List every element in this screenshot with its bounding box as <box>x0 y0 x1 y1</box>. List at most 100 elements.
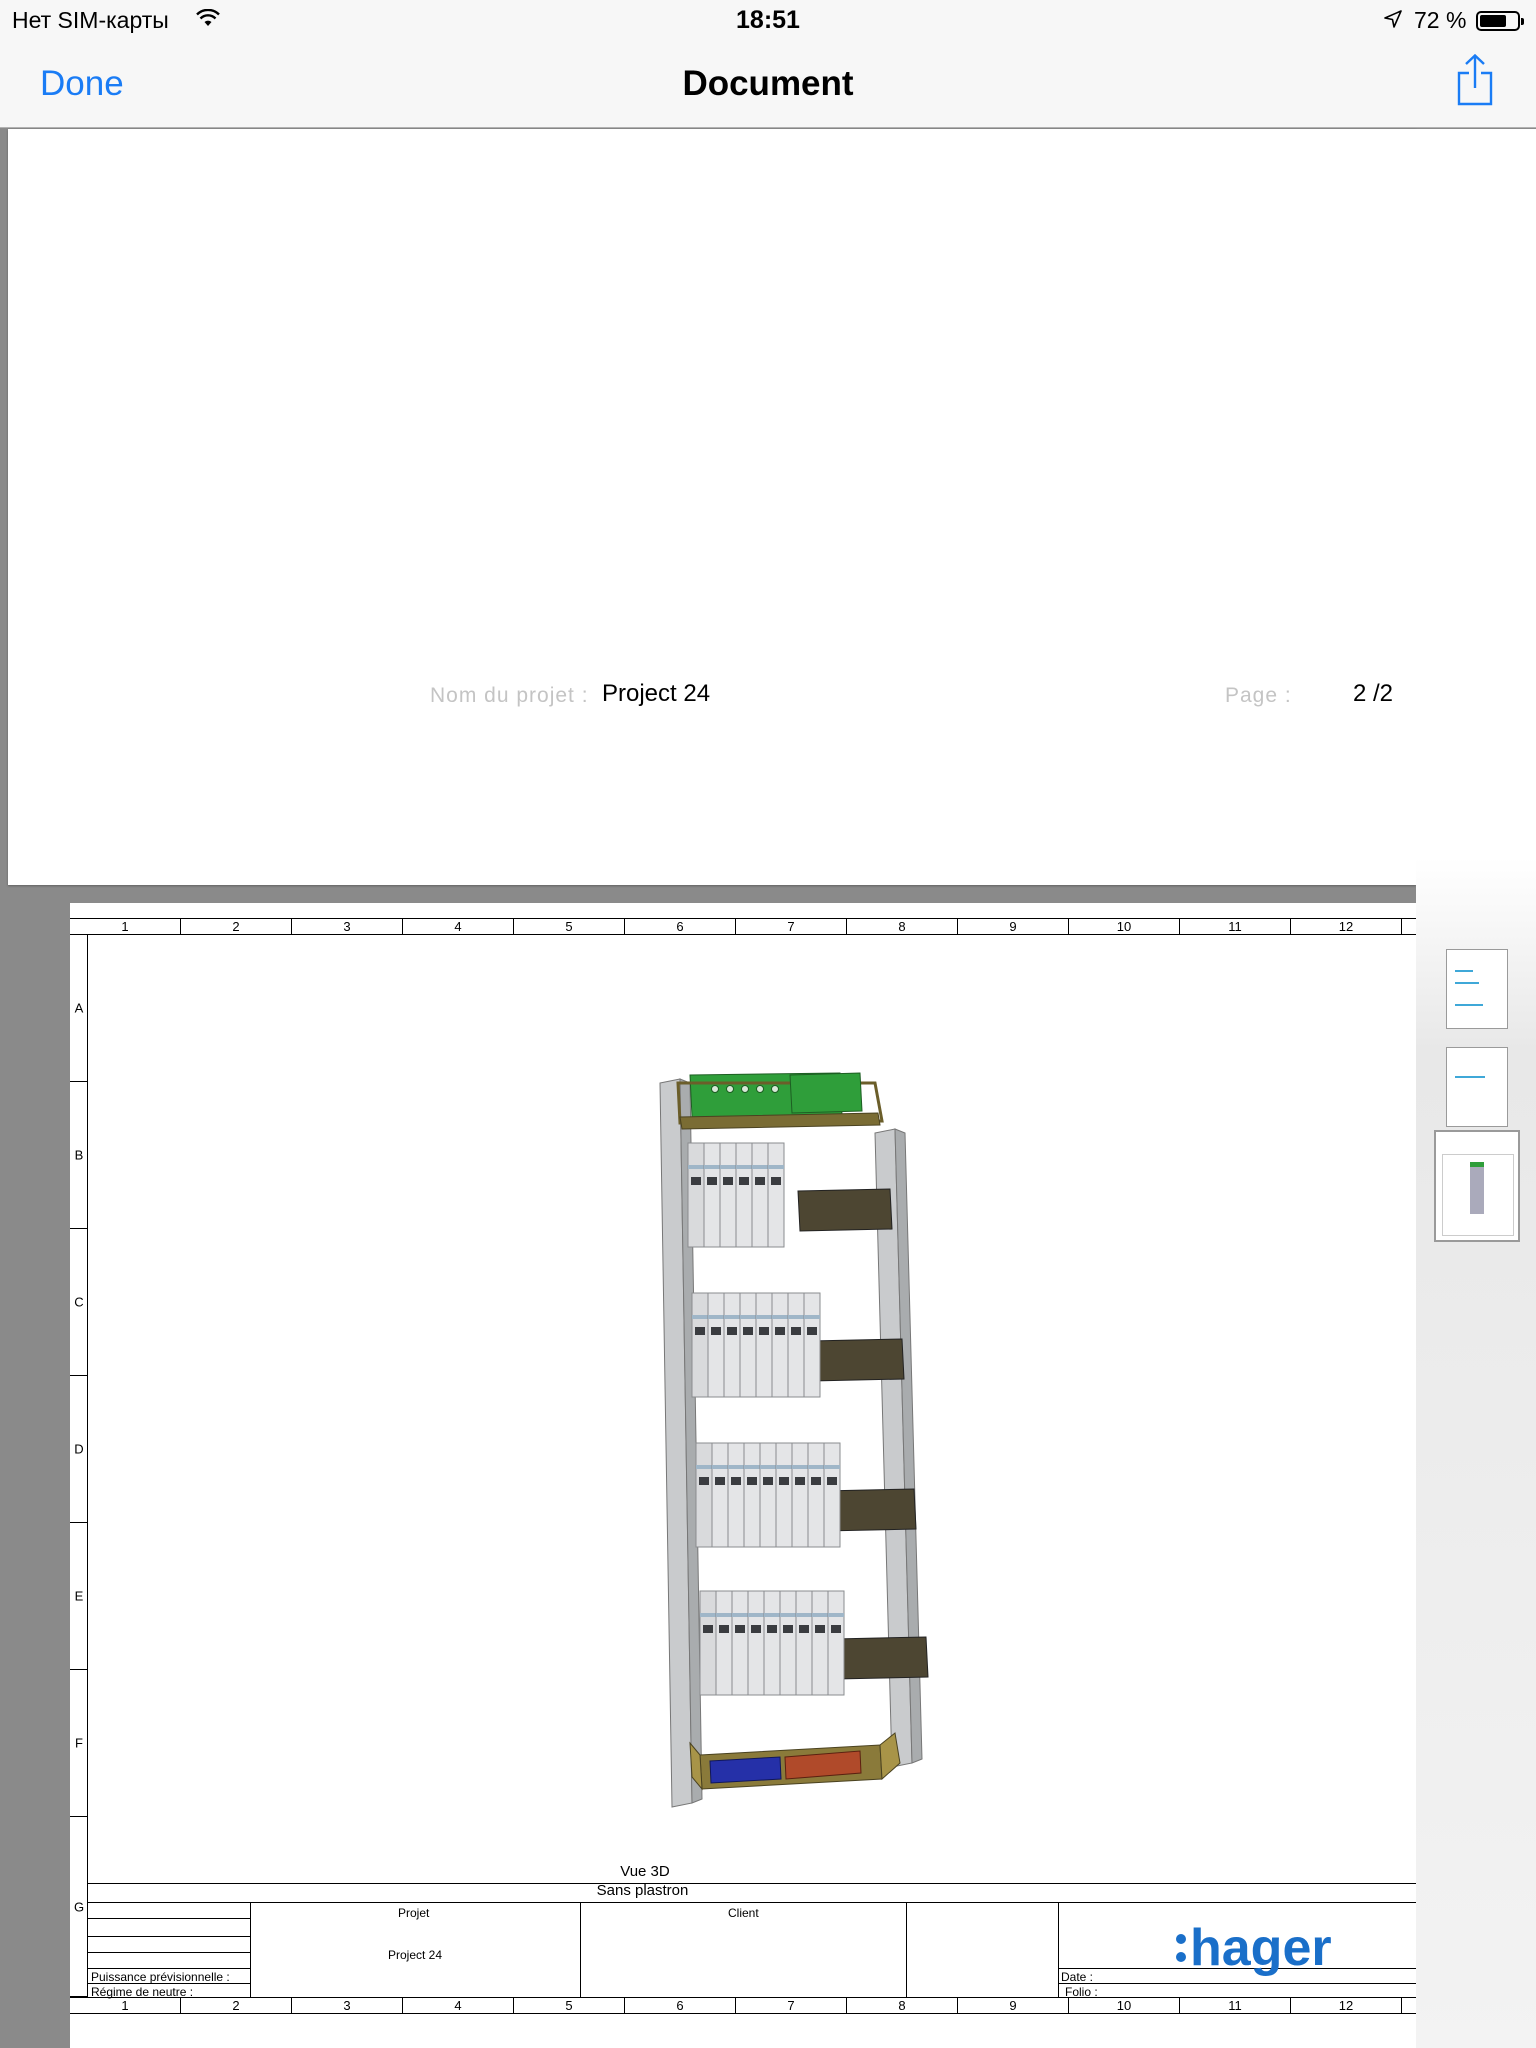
breaker-module <box>699 1590 717 1696</box>
breaker-lever <box>763 1477 773 1485</box>
ruler-bottom-col-10: 10 <box>1069 1998 1180 2014</box>
breaker-module <box>719 1142 737 1248</box>
ruler-row-C: C <box>70 1229 88 1376</box>
breaker-lever <box>831 1625 841 1633</box>
breaker-label-strip <box>720 1165 736 1169</box>
breaker-lever <box>723 1177 733 1185</box>
svg-text:hager: hager <box>1190 1919 1332 1977</box>
date-label: Date : <box>1061 1970 1094 1984</box>
breaker-module <box>827 1590 845 1696</box>
ruler-bottom-col-7: 7 <box>736 1998 847 2014</box>
breaker-module <box>703 1142 721 1248</box>
ruler-top-col-3: 3 <box>292 919 403 935</box>
breaker-module <box>687 1142 705 1248</box>
ruler-top-col-2: 2 <box>181 919 292 935</box>
location-arrow-icon <box>1384 10 1402 28</box>
breaker-lever <box>715 1477 725 1485</box>
breaker-lever <box>751 1625 761 1633</box>
ruler-row-G: G <box>70 1817 88 1997</box>
page-number-label: Page : <box>1225 684 1292 707</box>
status-bar: Нет SIM-карты 18:51 72 % <box>0 0 1536 40</box>
ruler-top-col-1: 1 <box>70 919 181 935</box>
breaker-lever <box>735 1625 745 1633</box>
breaker-module <box>723 1292 741 1398</box>
battery-percent: 72 % <box>1414 7 1467 33</box>
ruler-top-col-9: 9 <box>958 919 1069 935</box>
breaker-lever <box>767 1625 777 1633</box>
breaker-module <box>823 1442 841 1548</box>
thumbnail-sidebar <box>1416 129 1536 2048</box>
breaker-lever <box>699 1477 709 1485</box>
client-label: Client <box>728 1906 759 1920</box>
breaker-module <box>767 1142 785 1248</box>
breaker-lever <box>791 1327 801 1335</box>
ruler-bottom-col-1: 1 <box>70 1998 181 2014</box>
breaker-module <box>811 1590 829 1696</box>
breaker-label-strip <box>740 1315 756 1319</box>
document-page-previous <box>8 129 1416 885</box>
breaker-label-strip <box>716 1613 732 1617</box>
column-ruler-bottom: 1 2 3 4 5 6 7 8 9 10 11 12 <box>70 1997 1416 2014</box>
breaker-label-strip <box>792 1465 808 1469</box>
breaker-module <box>715 1590 733 1696</box>
breaker-module <box>803 1292 821 1398</box>
breaker-lever <box>775 1327 785 1335</box>
puissance-label: Puissance prévisionnelle : <box>91 1970 230 1984</box>
battery-tip <box>1521 18 1524 25</box>
breaker-label-strip <box>696 1465 712 1469</box>
breaker-label-strip <box>700 1613 716 1617</box>
breaker-lever <box>811 1477 821 1485</box>
breaker-label-strip <box>780 1613 796 1617</box>
ruler-bottom-col-6: 6 <box>625 1998 736 2014</box>
breaker-lever <box>783 1625 793 1633</box>
breaker-label-strip <box>692 1315 708 1319</box>
breaker-label-strip <box>788 1315 804 1319</box>
breaker-module <box>755 1292 773 1398</box>
breaker-module <box>727 1442 745 1548</box>
breaker-lever <box>727 1327 737 1335</box>
ruler-top-col-6: 6 <box>625 919 736 935</box>
breaker-module <box>779 1590 797 1696</box>
breaker-module <box>731 1590 749 1696</box>
breaker-lever <box>747 1477 757 1485</box>
page-title: Document <box>682 64 854 103</box>
breaker-module <box>695 1442 713 1548</box>
thumbnail-page-1[interactable] <box>1446 949 1508 1029</box>
breaker-module <box>711 1442 729 1548</box>
breaker-label-strip <box>744 1465 760 1469</box>
ruler-bottom-col-5: 5 <box>514 1998 625 2014</box>
ruler-bottom-col-2: 2 <box>181 1998 292 2014</box>
breaker-label-strip <box>768 1165 784 1169</box>
ruler-top-col-11: 11 <box>1180 919 1291 935</box>
thumbnail-page-2[interactable] <box>1446 1047 1508 1127</box>
breaker-lever <box>703 1625 713 1633</box>
ruler-top-col-12: 12 <box>1291 919 1402 935</box>
breaker-lever <box>707 1177 717 1185</box>
battery-icon <box>1476 11 1524 31</box>
breaker-label-strip <box>756 1315 772 1319</box>
breaker-lever <box>795 1477 805 1485</box>
ruler-row-B: B <box>70 1082 88 1229</box>
ruler-bottom-col-4: 4 <box>403 1998 514 2014</box>
breaker-module <box>791 1442 809 1548</box>
breaker-module <box>763 1590 781 1696</box>
projet-label: Projet <box>398 1906 430 1920</box>
share-icon[interactable] <box>1456 54 1494 106</box>
breaker-label-strip <box>796 1613 812 1617</box>
battery-fill <box>1480 15 1506 27</box>
project-name-label: Nom du projet : <box>430 684 589 707</box>
breaker-module <box>795 1590 813 1696</box>
breaker-lever <box>807 1327 817 1335</box>
breaker-module <box>787 1292 805 1398</box>
breaker-module <box>807 1442 825 1548</box>
clock: 18:51 <box>736 6 800 34</box>
breaker-lever <box>739 1177 749 1185</box>
thumbnail-page-3[interactable] <box>1434 1130 1520 1242</box>
breaker-label-strip <box>708 1315 724 1319</box>
breaker-module <box>743 1442 761 1548</box>
breaker-module <box>739 1292 757 1398</box>
page-number-value: 2 /2 <box>1353 680 1394 707</box>
breaker-module <box>751 1142 769 1248</box>
ruler-bottom-col-11: 11 <box>1180 1998 1291 2014</box>
view-title: Vue 3D <box>620 1863 670 1880</box>
